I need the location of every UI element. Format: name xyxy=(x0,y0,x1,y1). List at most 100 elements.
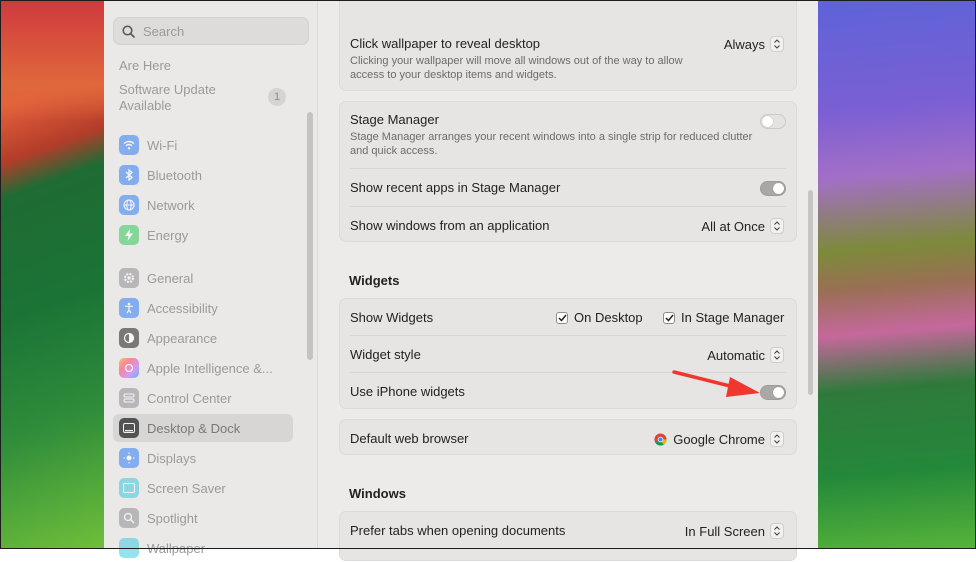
prefer-tabs-label: Prefer tabs when opening documents xyxy=(350,523,566,538)
toggle-knob xyxy=(773,387,784,398)
show-windows-value: All at Once xyxy=(701,218,765,234)
wallpaper-icon xyxy=(119,538,139,558)
desktop-wallpaper-right xyxy=(818,0,976,549)
show-windows-label: Show windows from an application xyxy=(350,218,550,233)
stage-manager-toggle[interactable] xyxy=(760,114,786,129)
sidebar-item-label: Displays xyxy=(147,450,197,466)
desktop-dock-icon xyxy=(119,418,139,438)
sidebar-item-energy[interactable]: Energy xyxy=(113,221,293,249)
sidebar-item-apple-intelligence[interactable]: Apple Intelligence &... xyxy=(113,354,293,382)
on-desktop-checkbox[interactable]: On Desktop xyxy=(556,310,643,325)
sidebar-item-label: General xyxy=(147,270,194,286)
annotation-arrow-icon xyxy=(672,370,760,397)
appearance-icon xyxy=(119,328,139,348)
iphone-widgets-label: Use iPhone widgets xyxy=(350,384,465,399)
search-input[interactable] xyxy=(141,22,295,40)
sidebar: Are Here Software Update Available 1 Wi-… xyxy=(104,0,318,558)
divider xyxy=(350,335,786,336)
search-icon xyxy=(122,24,135,38)
software-update-line1: Software Update xyxy=(119,82,216,97)
sidebar-item-appearance[interactable]: Appearance xyxy=(113,324,293,352)
widgets-section-title: Widgets xyxy=(349,273,400,288)
wallpaper-click-description: Clicking your wallpaper will move all wi… xyxy=(350,55,683,81)
updown-chevron-icon xyxy=(770,431,784,447)
sidebar-item-software-update[interactable]: Software Update Available xyxy=(119,82,216,114)
default-browser-popup[interactable]: Google Chrome xyxy=(654,431,784,447)
stage-manager-card: Stage Manager Stage Manager arranges you… xyxy=(339,101,797,242)
sidebar-item-label: Desktop & Dock xyxy=(147,420,241,436)
sidebar-item-label: Bluetooth xyxy=(147,167,202,183)
wifi-icon xyxy=(119,135,139,155)
checkmark-icon xyxy=(663,311,675,324)
control-center-icon xyxy=(119,388,139,408)
default-browser-card: Default web browser Google Chrome xyxy=(339,419,797,455)
sidebar-item-label: Screen Saver xyxy=(147,480,226,496)
wallpaper-click-title: Click wallpaper to reveal desktop xyxy=(350,36,541,51)
content-scrollbar[interactable] xyxy=(808,190,813,395)
sidebar-item-partial[interactable]: Are Here xyxy=(119,58,171,74)
gear-icon xyxy=(119,268,139,288)
sidebar-item-label: Energy xyxy=(147,227,189,243)
show-windows-popup[interactable]: All at Once xyxy=(701,218,784,234)
settings-content: Click wallpaper to reveal desktop Clicki… xyxy=(318,0,818,561)
sidebar-item-control-center[interactable]: Control Center xyxy=(113,384,293,412)
wallpaper-click-popup[interactable]: Always xyxy=(724,36,784,52)
updown-chevron-icon xyxy=(770,36,784,52)
recent-apps-toggle[interactable] xyxy=(760,181,786,196)
in-stage-manager-checkbox[interactable]: In Stage Manager xyxy=(663,310,784,325)
stage-manager-description: Stage Manager arranges your recent windo… xyxy=(350,131,753,157)
chrome-icon xyxy=(654,432,667,446)
sidebar-item-wifi[interactable]: Wi-Fi xyxy=(113,131,293,159)
sidebar-item-label: Spotlight xyxy=(147,510,198,526)
sidebar-item-label: Appearance xyxy=(147,330,218,346)
software-update-line2: Available xyxy=(119,98,172,113)
toggle-knob xyxy=(762,116,773,127)
wallpaper-click-value: Always xyxy=(723,36,765,52)
bluetooth-icon xyxy=(119,165,139,185)
sidebar-item-desktop-dock[interactable]: Desktop & Dock xyxy=(113,414,293,442)
sidebar-item-label: Control Center xyxy=(147,390,232,406)
divider xyxy=(350,206,786,207)
checkmark-icon xyxy=(556,311,568,324)
accessibility-icon xyxy=(119,298,139,318)
sidebar-item-wallpaper[interactable]: Wallpaper xyxy=(113,534,293,562)
sidebar-item-general[interactable]: General xyxy=(113,264,293,292)
sidebar-item-label: Wallpaper xyxy=(147,540,206,556)
sidebar-item-label: Network xyxy=(147,197,195,213)
on-desktop-label: On Desktop xyxy=(574,310,643,325)
updown-chevron-icon xyxy=(770,347,784,363)
sidebar-item-screen-saver[interactable]: Screen Saver xyxy=(113,474,293,502)
show-widgets-label: Show Widgets xyxy=(350,310,434,325)
stage-manager-title: Stage Manager xyxy=(350,112,439,127)
sun-icon xyxy=(119,448,139,468)
desktop-wallpaper-left xyxy=(0,0,104,549)
windows-card: Prefer tabs when opening documents In Fu… xyxy=(339,511,797,561)
sidebar-item-label: Apple Intelligence &... xyxy=(147,360,273,376)
update-count-badge: 1 xyxy=(268,88,286,106)
sidebar-item-accessibility[interactable]: Accessibility xyxy=(113,294,293,322)
toggle-knob xyxy=(773,183,784,194)
divider xyxy=(350,168,786,169)
widget-style-popup[interactable]: Automatic xyxy=(707,347,784,363)
prefer-tabs-value: In Full Screen xyxy=(684,523,765,539)
screen-saver-icon xyxy=(119,478,139,498)
sidebar-item-network[interactable]: Network xyxy=(113,191,293,219)
globe-icon xyxy=(119,195,139,215)
windows-section-title: Windows xyxy=(349,486,406,501)
wallpaper-click-card: Click wallpaper to reveal desktop Clicki… xyxy=(339,0,797,91)
updown-chevron-icon xyxy=(770,523,784,539)
magnifier-icon xyxy=(119,508,139,528)
bolt-icon xyxy=(119,225,139,245)
search-field[interactable] xyxy=(113,17,309,45)
in-stage-manager-label: In Stage Manager xyxy=(681,310,785,325)
widget-style-value: Automatic xyxy=(707,347,765,363)
sidebar-scrollbar[interactable] xyxy=(307,112,313,360)
widget-style-label: Widget style xyxy=(350,347,421,362)
updown-chevron-icon xyxy=(770,218,784,234)
default-browser-value: Google Chrome xyxy=(673,431,765,447)
prefer-tabs-popup[interactable]: In Full Screen xyxy=(685,523,784,539)
sidebar-item-label: Accessibility xyxy=(147,300,218,316)
sidebar-item-spotlight[interactable]: Spotlight xyxy=(113,504,293,532)
sidebar-item-bluetooth[interactable]: Bluetooth xyxy=(113,161,293,189)
sidebar-item-displays[interactable]: Displays xyxy=(113,444,293,472)
